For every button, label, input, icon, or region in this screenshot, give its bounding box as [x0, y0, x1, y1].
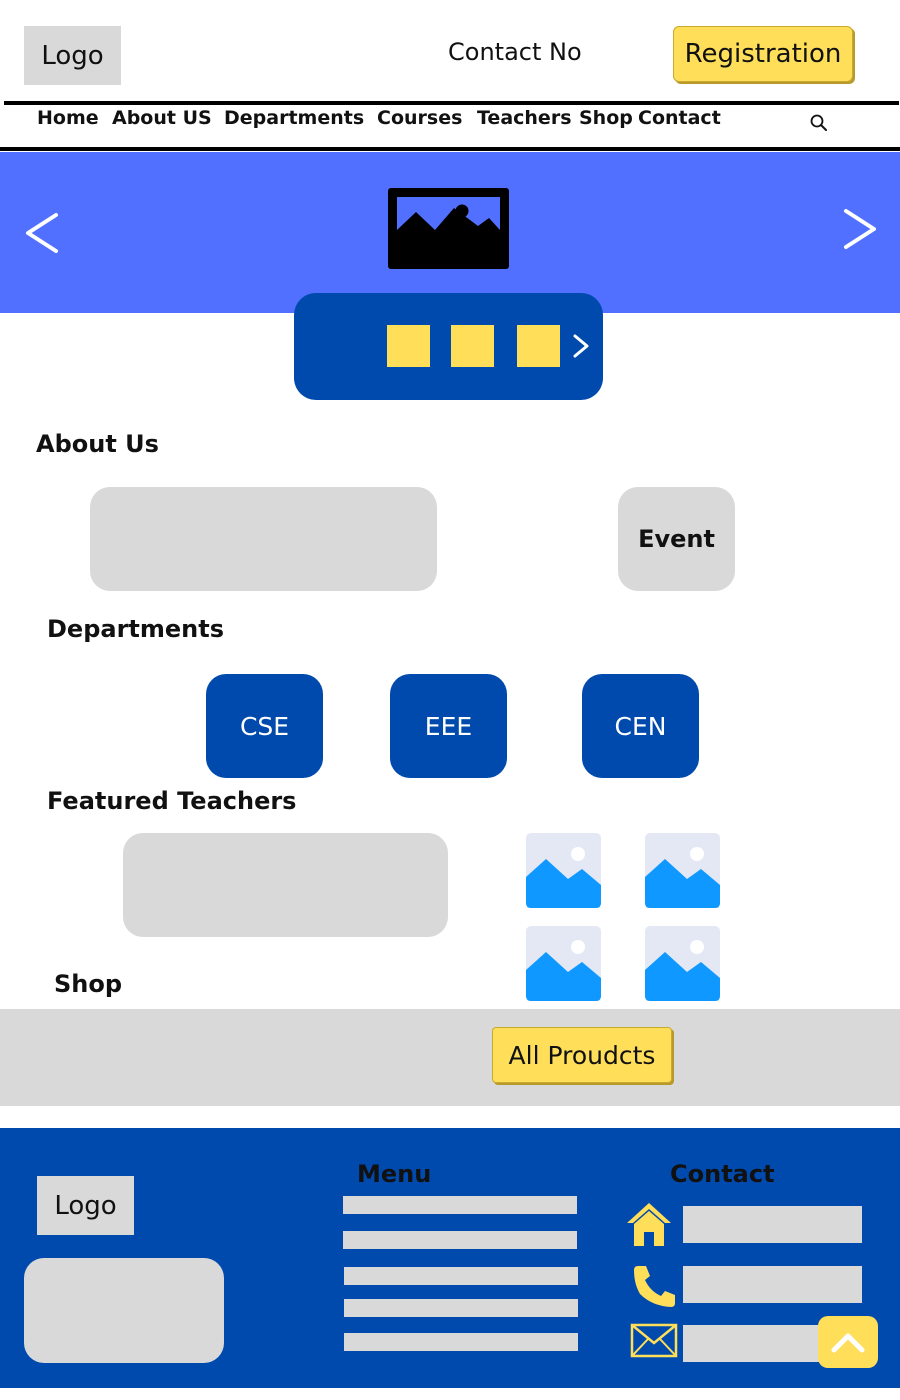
shop-heading: Shop: [54, 970, 123, 998]
department-cen-button[interactable]: CEN: [582, 674, 699, 778]
departments-heading: Departments: [47, 615, 225, 643]
footer-text-placeholder: [24, 1258, 224, 1363]
chevron-up-icon: [831, 1333, 865, 1353]
footer-contact-heading: Contact: [670, 1160, 775, 1188]
slider-prev-icon[interactable]: [22, 210, 62, 256]
about-text-placeholder: [90, 487, 437, 591]
featured-teachers-heading: Featured Teachers: [47, 787, 297, 815]
search-icon[interactable]: [809, 113, 829, 133]
footer-menu-heading: Menu: [357, 1160, 432, 1188]
nav-item-teachers[interactable]: Teachers: [477, 107, 572, 129]
shop-band: [0, 1009, 900, 1106]
nav-item-courses[interactable]: Courses: [377, 107, 462, 129]
nav-bottom-divider: [0, 147, 900, 151]
all-products-button[interactable]: All Proudcts: [492, 1027, 672, 1083]
department-eee-button[interactable]: EEE: [390, 674, 507, 778]
back-to-top-button[interactable]: [818, 1316, 878, 1368]
contact-number: Contact No: [448, 38, 582, 66]
mail-icon: [630, 1323, 678, 1358]
nav-item-home[interactable]: Home: [37, 107, 99, 129]
teachers-text-placeholder: [123, 833, 448, 937]
footer-menu-link[interactable]: [344, 1299, 578, 1317]
footer-menu-link[interactable]: [344, 1267, 578, 1285]
footer-menu-link[interactable]: [344, 1333, 578, 1351]
department-cse-button[interactable]: CSE: [206, 674, 323, 778]
about-heading: About Us: [36, 430, 159, 458]
event-card[interactable]: Event: [618, 487, 735, 591]
footer-menu-link[interactable]: [343, 1231, 577, 1249]
indicator-next-icon[interactable]: [571, 333, 591, 359]
slider-indicator-2[interactable]: [451, 325, 494, 367]
nav-item-contact[interactable]: Contact: [638, 107, 721, 129]
nav-item-departments[interactable]: Departments: [224, 107, 364, 129]
slider-next-icon[interactable]: [840, 206, 880, 252]
nav-top-divider: [4, 101, 899, 105]
home-icon: [625, 1201, 673, 1247]
slider-indicator-3[interactable]: [517, 325, 560, 367]
contact-phone-field: [683, 1266, 862, 1303]
teacher-photo-image-icon[interactable]: [526, 833, 601, 908]
footer-logo[interactable]: Logo: [37, 1176, 134, 1235]
hero-image-icon: [388, 188, 509, 269]
phone-icon: [632, 1264, 678, 1309]
teacher-photo-image-icon[interactable]: [645, 926, 720, 1001]
teacher-photo-image-icon[interactable]: [526, 926, 601, 1001]
teacher-photo-image-icon[interactable]: [645, 833, 720, 908]
slider-indicator-1[interactable]: [387, 325, 430, 367]
nav-item-shop[interactable]: Shop: [579, 107, 633, 129]
header-logo[interactable]: Logo: [24, 26, 121, 85]
nav-item-about-us[interactable]: About US: [112, 107, 212, 129]
registration-button[interactable]: Registration: [673, 26, 853, 82]
contact-address-field: [683, 1206, 862, 1243]
footer-menu-link[interactable]: [343, 1196, 577, 1214]
